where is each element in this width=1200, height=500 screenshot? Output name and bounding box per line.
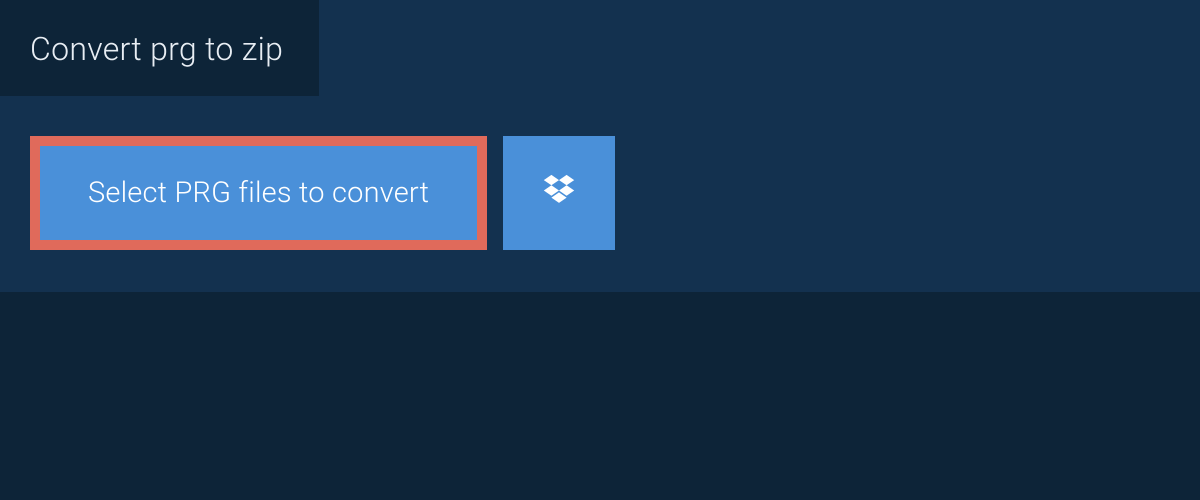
dropbox-icon: [540, 172, 578, 214]
dropbox-button[interactable]: [503, 136, 615, 250]
tab-bar: Convert prg to zip: [0, 0, 1200, 96]
select-files-button[interactable]: Select PRG files to convert: [30, 136, 487, 250]
converter-panel: Convert prg to zip Select PRG files to c…: [0, 0, 1200, 292]
select-files-label: Select PRG files to convert: [88, 176, 429, 210]
tab-label: Convert prg to zip: [30, 30, 283, 68]
upload-area: Select PRG files to convert: [0, 96, 1200, 292]
tab-convert[interactable]: Convert prg to zip: [0, 0, 319, 96]
